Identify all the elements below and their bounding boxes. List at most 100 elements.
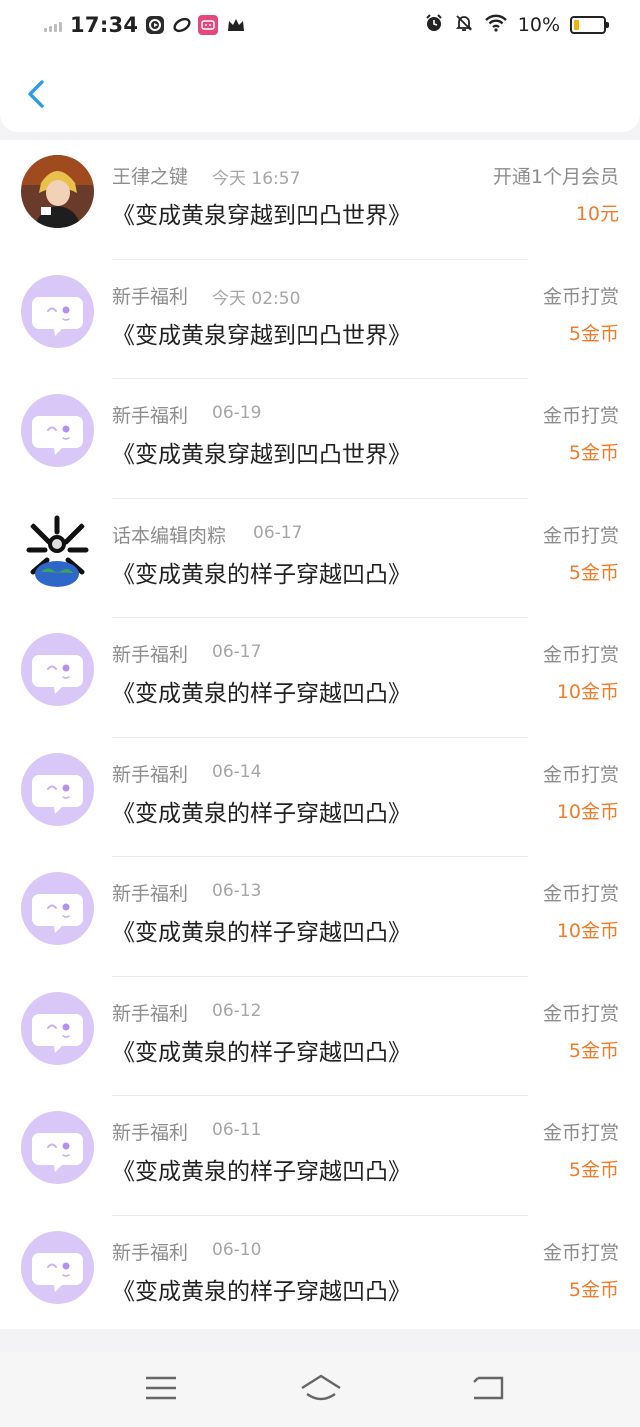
reward-amount: 10金币 <box>556 800 619 823</box>
reward-amount: 5金币 <box>568 561 619 584</box>
record-time: 06-19 <box>212 403 262 423</box>
record-time: 06-10 <box>212 1239 262 1260</box>
avatar[interactable] <box>21 872 94 945</box>
record-row[interactable]: 新手福利 06-19 《变成黄泉穿越到凹凸世界》 金币打赏 5金币 <box>0 379 640 499</box>
chat-bubble-icon <box>32 1252 83 1292</box>
record-row[interactable]: 新手福利 今天 02:50 《变成黄泉穿越到凹凸世界》 金币打赏 5金币 <box>0 260 640 379</box>
chat-bubble-icon <box>32 416 83 455</box>
back-icon <box>473 1376 504 1400</box>
globe-avatar <box>21 513 94 587</box>
alarm-icon <box>424 13 444 37</box>
user-name[interactable]: 新手福利 <box>112 1118 188 1145</box>
record-time: 06-13 <box>212 881 262 901</box>
record-row[interactable]: 话本编辑肉粽 06-17 《变成黄泉的样子穿越凹凸》 金币打赏 5金币 <box>0 499 640 618</box>
record-time: 今天 16:57 <box>212 169 301 189</box>
crown-icon <box>226 16 245 34</box>
record-row[interactable]: 新手福利 06-11 《变成黄泉的样子穿越凹凸》 金币打赏 5金币 <box>0 1096 640 1216</box>
user-photo-avatar <box>21 155 94 228</box>
reward-amount: 10元 <box>575 203 619 225</box>
book-title[interactable]: 《变成黄泉的样子穿越凹凸》 <box>112 674 411 708</box>
reward-amount: 5金币 <box>568 1159 619 1181</box>
user-name[interactable]: 新手福利 <box>112 760 188 787</box>
reward-amount: 10金币 <box>556 920 619 942</box>
reward-type: 金币打赏 <box>542 883 619 905</box>
user-name[interactable]: 王律之键 <box>112 162 188 189</box>
avatar[interactable] <box>21 991 94 1065</box>
reward-type: 金币打赏 <box>542 285 619 308</box>
chat-bubble-icon <box>32 774 83 814</box>
book-title[interactable]: 《变成黄泉的样子穿越凹凸》 <box>112 1272 411 1306</box>
user-name[interactable]: 新手福利 <box>112 640 188 667</box>
mute-icon <box>454 13 474 37</box>
reward-type: 开通1个月会员 <box>492 166 619 188</box>
reward-amount: 10金币 <box>556 681 619 703</box>
record-row[interactable]: 新手福利 06-12 《变成黄泉的样子穿越凹凸》 金币打赏 5金币 <box>0 977 640 1096</box>
status-bar-right: 10% <box>424 10 609 40</box>
battery-icon <box>570 16 609 34</box>
bilibili-icon <box>198 15 219 35</box>
header-bar <box>0 52 640 132</box>
record-time: 06-17 <box>212 642 262 662</box>
chat-bubble-icon <box>32 1013 83 1053</box>
avatar[interactable] <box>21 1230 94 1304</box>
user-name[interactable]: 新手福利 <box>112 401 188 428</box>
user-name[interactable]: 新手福利 <box>112 1238 188 1265</box>
back-button[interactable] <box>18 74 54 114</box>
reward-amount: 5金币 <box>568 442 619 464</box>
status-bar-left: 17:34 <box>44 10 245 40</box>
home-button[interactable] <box>299 1370 343 1406</box>
book-title[interactable]: 《变成黄泉的样子穿越凹凸》 <box>112 1033 411 1067</box>
record-row[interactable]: 新手福利 06-13 《变成黄泉的样子穿越凹凸》 金币打赏 10金币 <box>0 857 640 977</box>
user-name[interactable]: 新手福利 <box>112 282 188 309</box>
avatar[interactable] <box>21 633 94 706</box>
record-row[interactable]: 王律之键 今天 16:57 《变成黄泉穿越到凹凸世界》 开通1个月会员 10元 <box>0 140 640 260</box>
menu-icon <box>146 1376 176 1400</box>
avatar[interactable] <box>21 274 94 348</box>
user-name[interactable]: 新手福利 <box>112 879 188 906</box>
signal-icon <box>44 18 62 32</box>
record-time: 今天 02:50 <box>212 288 301 309</box>
book-title[interactable]: 《变成黄泉的样子穿越凹凸》 <box>112 1152 411 1186</box>
book-title[interactable]: 《变成黄泉的样子穿越凹凸》 <box>112 555 411 589</box>
reward-amount: 5金币 <box>568 1039 619 1062</box>
record-time: 06-12 <box>212 1000 262 1021</box>
menu-button[interactable] <box>141 1370 181 1406</box>
back-nav-button[interactable] <box>468 1370 508 1406</box>
avatar[interactable] <box>21 513 94 587</box>
reward-type: 金币打赏 <box>542 405 619 427</box>
record-row[interactable]: 新手福利 06-14 《变成黄泉的样子穿越凹凸》 金币打赏 10金币 <box>0 738 640 857</box>
user-name[interactable]: 话本编辑肉粽 <box>112 521 226 548</box>
chat-bubble-icon <box>32 894 83 933</box>
book-title[interactable]: 《变成黄泉穿越到凹凸世界》 <box>112 435 411 469</box>
book-title[interactable]: 《变成黄泉穿越到凹凸世界》 <box>112 316 411 350</box>
reward-type: 金币打赏 <box>542 524 619 547</box>
book-title[interactable]: 《变成黄泉的样子穿越凹凸》 <box>112 913 411 947</box>
chat-bubble-icon <box>32 296 83 336</box>
record-row[interactable]: 新手福利 06-10 《变成黄泉的样子穿越凹凸》 金币打赏 5金币 <box>0 1216 640 1336</box>
avatar[interactable] <box>21 394 94 467</box>
wifi-icon <box>484 13 508 37</box>
record-time: 06-11 <box>212 1120 262 1140</box>
home-icon <box>301 1374 341 1401</box>
reward-amount: 5金币 <box>568 1278 619 1301</box>
reward-type: 金币打赏 <box>542 1122 619 1144</box>
status-bar: 17:34 10% <box>0 0 640 52</box>
avatar[interactable] <box>21 155 94 228</box>
battery-percent: 10% <box>517 14 560 36</box>
record-row[interactable]: 新手福利 06-17 《变成黄泉的样子穿越凹凸》 金币打赏 10金币 <box>0 618 640 738</box>
status-time: 17:34 <box>70 13 139 37</box>
user-name[interactable]: 新手福利 <box>112 999 188 1026</box>
system-nav-bar <box>0 1352 640 1427</box>
reward-record-list: 王律之键 今天 16:57 《变成黄泉穿越到凹凸世界》 开通1个月会员 10元新手福利 今… <box>0 140 640 1329</box>
book-title[interactable]: 《变成黄泉的样子穿越凹凸》 <box>112 794 411 828</box>
chat-bubble-icon <box>32 655 83 694</box>
reward-type: 金币打赏 <box>542 1241 619 1264</box>
record-time: 06-17 <box>253 522 303 543</box>
book-title[interactable]: 《变成黄泉穿越到凹凸世界》 <box>112 196 411 230</box>
avatar[interactable] <box>21 752 94 826</box>
reward-type: 金币打赏 <box>542 763 619 786</box>
reward-type: 金币打赏 <box>542 1002 619 1025</box>
reward-amount: 5金币 <box>568 322 619 345</box>
avatar[interactable] <box>21 1111 94 1184</box>
record-time: 06-14 <box>212 761 262 782</box>
